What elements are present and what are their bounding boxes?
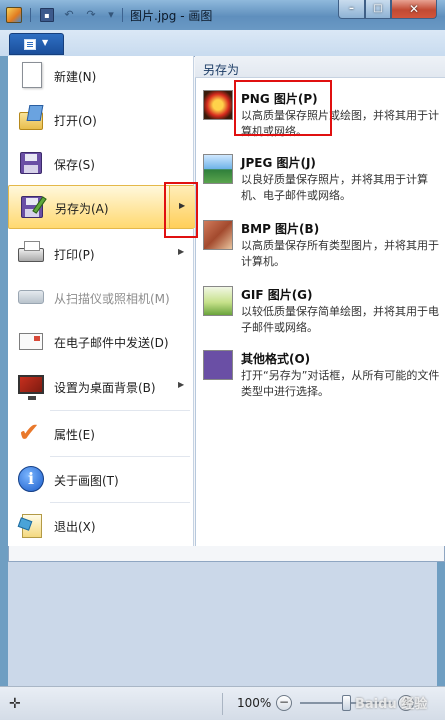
menu-divider [50, 502, 190, 503]
paint-menu-button[interactable]: ▼ [9, 33, 64, 55]
option-title: PNG 图片(P) [241, 92, 318, 106]
close-button[interactable]: ✕ [391, 0, 437, 19]
save-as-icon [17, 192, 47, 222]
menu-item-properties[interactable]: ✔ 属性(E) [8, 412, 194, 456]
option-description: 以高质量保存所有类型图片，并将其用于计算机。 [241, 239, 439, 268]
paint-app-icon[interactable] [6, 7, 22, 23]
chevron-right-icon: ▶ [179, 201, 186, 210]
redo-icon[interactable]: ↷ [84, 8, 98, 22]
exit-icon [16, 510, 46, 540]
option-description: 打开“另存为”对话框，从所有可能的文件类型中进行选择。 [241, 369, 440, 398]
zoom-out-button[interactable]: − [276, 695, 292, 711]
menu-item-new[interactable]: 新建(N) [8, 54, 194, 98]
menu-divider [50, 410, 190, 411]
menu-item-save-as[interactable]: 另存为(A) ▶ [8, 185, 195, 229]
window-title: 图片.jpg - 画图 [130, 9, 213, 23]
chevron-right-icon: ▶ [178, 380, 185, 389]
desktop-background-icon [16, 371, 46, 401]
minimize-button[interactable]: – [338, 0, 365, 19]
menu-item-label: 新建(N) [54, 70, 97, 84]
scanner-icon [16, 282, 46, 312]
maximize-icon: □ [373, 3, 383, 14]
other-formats-floppy-icon [203, 350, 233, 380]
option-title: GIF 图片(G) [241, 288, 313, 302]
customize-quick-access-icon[interactable]: ▾ [104, 8, 118, 22]
move-cursor-icon: ✛ [9, 696, 21, 712]
minimize-icon: – [349, 3, 354, 14]
menu-item-label: 另存为(A) [55, 202, 109, 216]
zoom-level: 100% [237, 696, 272, 710]
close-icon: ✕ [408, 2, 420, 16]
menu-item-label: 打开(O) [54, 114, 97, 128]
zoom-slider-thumb[interactable] [341, 695, 351, 711]
option-title: 其他格式(O) [241, 352, 311, 366]
menu-item-print[interactable]: 打印(P) ▶ [8, 232, 194, 276]
ribbon-bar [0, 30, 445, 56]
png-image-icon [203, 90, 233, 120]
quick-save-icon[interactable]: ▪ [40, 8, 54, 22]
chevron-right-icon: ▶ [178, 247, 185, 256]
title-separator [122, 8, 123, 22]
watermark-logo: Baidu 经验 [355, 697, 428, 712]
menu-item-label: 打印(P) [54, 248, 95, 262]
menu-item-label: 关于画图(T) [54, 474, 119, 488]
menu-item-label: 从扫描仪或照相机(M) [54, 292, 170, 306]
menu-item-exit[interactable]: 退出(X) [8, 504, 194, 548]
save-as-header-label: 另存为 [203, 63, 240, 77]
save-as-jpeg[interactable]: JPEG 图片(J) 以良好质量保存照片，并将其用于计算机、电子邮件或网络。 [195, 148, 445, 210]
menu-icon [24, 39, 36, 50]
save-as-png[interactable]: PNG 图片(P) 以高质量保存照片或绘图，并将其用于计算机或网络。 [195, 84, 445, 146]
minus-icon: − [278, 695, 290, 709]
bmp-image-icon [203, 220, 233, 250]
info-icon: i [16, 464, 46, 494]
menu-item-label: 在电子邮件中发送(D) [54, 336, 169, 350]
properties-check-icon: ✔ [18, 418, 40, 448]
menu-item-label: 属性(E) [54, 428, 95, 442]
option-description: 以高质量保存照片或绘图，并将其用于计算机或网络。 [241, 109, 439, 138]
option-title: BMP 图片(B) [241, 222, 320, 236]
new-document-icon [16, 60, 46, 90]
jpeg-image-icon [203, 154, 233, 184]
option-title: JPEG 图片(J) [241, 156, 316, 170]
menu-item-label: 保存(S) [54, 158, 95, 172]
menu-item-about-paint[interactable]: i 关于画图(T) [8, 458, 194, 502]
menu-divider [50, 456, 190, 457]
option-description: 以良好质量保存照片，并将其用于计算机、电子邮件或网络。 [241, 173, 428, 202]
title-bar: ▪ ↶ ↷ ▾ 图片.jpg - 画图 – □ ✕ [0, 0, 445, 30]
menu-item-label: 设置为桌面背景(B) [54, 381, 156, 395]
save-floppy-icon [16, 148, 46, 178]
save-as-other-formats[interactable]: 其他格式(O) 打开“另存为”对话框，从所有可能的文件类型中进行选择。 [195, 344, 445, 406]
menu-item-label: 退出(X) [54, 520, 96, 534]
menu-item-send-email[interactable]: 在电子邮件中发送(D) [8, 320, 194, 364]
undo-icon[interactable]: ↶ [62, 8, 76, 22]
status-separator [222, 693, 223, 715]
save-as-bmp[interactable]: BMP 图片(B) 以高质量保存所有类型图片，并将其用于计算机。 [195, 214, 445, 276]
menu-item-set-desktop-background[interactable]: 设置为桌面背景(B) ▶ [8, 365, 194, 409]
maximize-button[interactable]: □ [365, 0, 391, 19]
menu-item-save[interactable]: 保存(S) [8, 142, 194, 186]
printer-icon [16, 238, 46, 268]
save-as-header: 另存为 [195, 56, 445, 78]
save-as-gif[interactable]: GIF 图片(G) 以较低质量保存简单绘图，并将其用于电子邮件或网络。 [195, 280, 445, 342]
gif-image-icon [203, 286, 233, 316]
open-folder-icon [16, 104, 46, 134]
title-separator [30, 8, 31, 22]
email-icon [16, 326, 46, 356]
menu-item-open[interactable]: 打开(O) [8, 98, 194, 142]
option-description: 以较低质量保存简单绘图，并将其用于电子邮件或网络。 [241, 305, 439, 334]
menu-item-from-scanner: 从扫描仪或照相机(M) [8, 276, 194, 320]
chevron-down-icon: ▼ [42, 38, 49, 47]
